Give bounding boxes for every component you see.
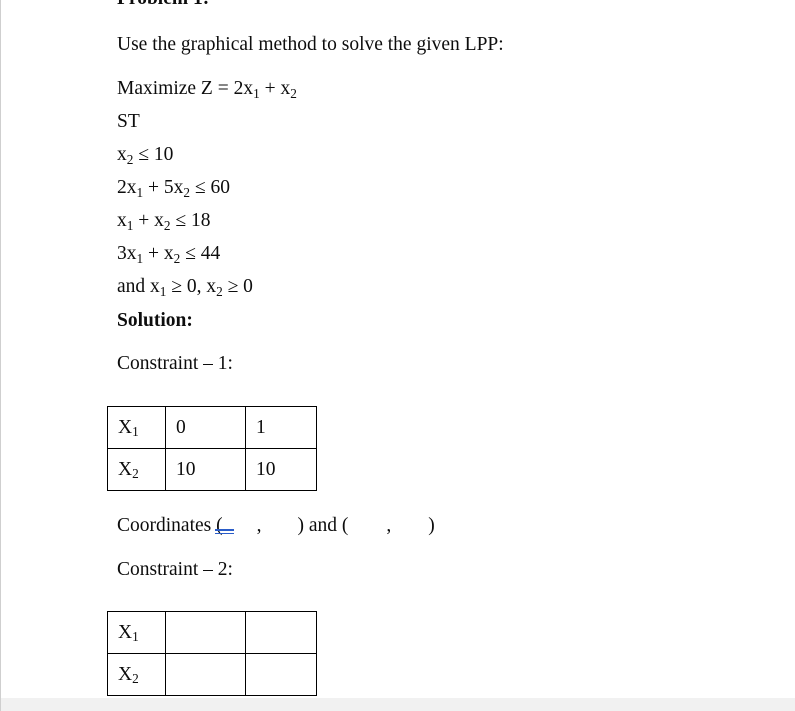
constraint-3-term-a: x [117, 210, 127, 231]
solution-heading: Solution: [117, 310, 193, 331]
page-gutter [0, 698, 795, 711]
coordinate-2-close-paren: ) [428, 515, 435, 536]
constraint-4-term-a: 3x [117, 243, 137, 264]
constraint-4-subscript-a: 1 [136, 250, 144, 266]
document-page[interactable]: Problem 1: Use the graphical method to s… [0, 0, 795, 698]
table-2-row-1-value-1[interactable] [165, 611, 246, 654]
constraint-expression-2: 2x1 + 5x2 ≤ 60 [117, 177, 230, 200]
coordinate-2-open-paren: ( [341, 515, 349, 536]
nonnegativity-subscript-b: 2 [216, 283, 223, 299]
table-1-row-1-label: X1 [107, 406, 166, 449]
coordinates-label: Coordinates [117, 515, 212, 536]
problem-prompt: Use the graphical method to solve the gi… [117, 34, 504, 55]
constraint-2-subscript-b: 2 [183, 184, 190, 200]
constraint-2-subscript-a: 1 [136, 184, 144, 200]
page-title: Problem 1: [117, 0, 209, 10]
table-2-row-1-label-text: X [118, 621, 133, 643]
constraint-2-table[interactable]: X1 X2 [107, 611, 317, 696]
constraint-3-relation: ≤ 18 [170, 210, 211, 231]
table-1-row-2-value-1[interactable]: 10 [165, 448, 246, 491]
constraint-3-subscript-b: 2 [163, 217, 171, 233]
table-2-row-2-label: X2 [107, 653, 166, 696]
table-row[interactable]: X2 [107, 653, 317, 696]
objective-function: Maximize Z = 2x1 + x2 [117, 78, 297, 101]
coordinates-line: Coordinates (,) and (,) [117, 515, 435, 537]
constraint-1-table[interactable]: X1 0 1 X2 10 10 [107, 406, 317, 491]
constraint-3-term-b: + x [133, 210, 164, 231]
table-2-row-2-value-1[interactable] [165, 653, 246, 696]
constraint-4-relation: ≤ 44 [180, 243, 221, 264]
table-1-row-1-label-subscript: 1 [132, 424, 139, 440]
constraint-2-term-b: + 5x [143, 177, 184, 198]
objective-subscript-2: 2 [290, 85, 297, 101]
constraint-expression-4: 3x1 + x2 ≤ 44 [117, 243, 220, 266]
constraint-2-term-a: 2x [117, 177, 137, 198]
table-2-row-2-label-subscript: 2 [132, 671, 139, 687]
table-1-row-2-value-2[interactable]: 10 [245, 448, 317, 491]
constraint-1-relation: ≤ 10 [133, 144, 174, 165]
table-2-row-1-label-subscript: 1 [132, 629, 139, 645]
nonnegativity-term-c: ≥ 0 [222, 276, 253, 297]
constraint-4-subscript-b: 2 [173, 250, 181, 266]
nonnegativity-term-a: and x [117, 276, 160, 297]
coordinate-2-comma: , [386, 515, 392, 536]
constraint-expression-3: x1 + x2 ≤ 18 [117, 210, 210, 233]
table-1-row-1-value-1[interactable]: 0 [165, 406, 246, 449]
constraint-expression-1: x2 ≤ 10 [117, 144, 173, 167]
table-1-row-1-label-text: X [118, 416, 133, 438]
table-row[interactable]: X2 10 10 [107, 448, 317, 491]
table-1-row-2-label: X2 [107, 448, 166, 491]
coordinates-conjunction: and [308, 515, 338, 536]
table-row[interactable]: X1 0 1 [107, 406, 317, 449]
nonnegativity-term-b: ≥ 0, x [166, 276, 217, 297]
objective-prefix: Maximize Z = 2x [117, 78, 254, 99]
table-1-row-2-label-subscript: 2 [132, 466, 139, 482]
table-row[interactable]: X1 [107, 611, 317, 654]
constraint-3-subscript-a: 1 [126, 217, 134, 233]
table-2-row-1-value-2[interactable] [245, 611, 317, 654]
subject-to-label: ST [117, 111, 140, 132]
table-2-row-1-label: X1 [107, 611, 166, 654]
table-2-row-2-label-text: X [118, 663, 133, 685]
table-1-row-2-label-text: X [118, 458, 133, 480]
nonnegativity-constraint: and x1 ≥ 0, x2 ≥ 0 [117, 276, 253, 299]
coordinate-1-comma: , [256, 515, 262, 536]
objective-middle: + x [259, 78, 291, 99]
constraint-1-subscript: 2 [126, 151, 134, 167]
constraint-2-heading: Constraint – 2: [117, 559, 233, 580]
table-1-row-1-value-2[interactable]: 1 [245, 406, 317, 449]
constraint-2-relation: ≤ 60 [190, 177, 230, 198]
objective-subscript-1: 1 [253, 85, 260, 101]
constraint-1-term: x [117, 144, 127, 165]
nonnegativity-subscript-a: 1 [159, 283, 167, 299]
coordinate-1-open-paren: ( [216, 515, 223, 536]
table-2-row-2-value-2[interactable] [245, 653, 317, 696]
constraint-1-heading: Constraint – 1: [117, 353, 233, 374]
constraint-4-term-b: + x [143, 243, 174, 264]
